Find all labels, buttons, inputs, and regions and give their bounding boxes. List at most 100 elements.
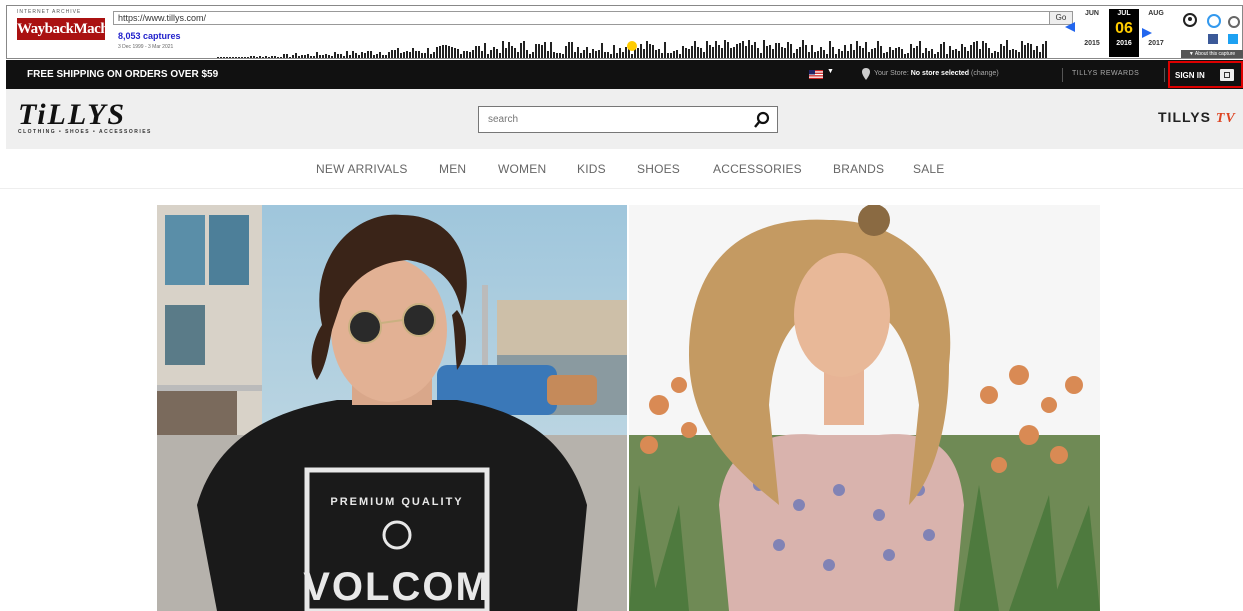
nav-kids[interactable]: KIDS (577, 162, 606, 176)
sparkline-bar (1000, 44, 1002, 58)
nav-women[interactable]: WOMEN (498, 162, 546, 176)
store-selector[interactable]: Your Store: No store selected (change) (874, 70, 999, 77)
site-header: TiLLYS CLOTHING • SHOES • ACCESSORIES TI… (6, 89, 1243, 149)
hero-men-image[interactable]: PREMIUM QUALITY VOLCOM (157, 205, 627, 611)
tillys-logo[interactable]: TiLLYS CLOTHING • SHOES • ACCESSORIES (18, 100, 188, 141)
sparkline-bar (475, 46, 477, 58)
sparkline-bar (319, 55, 321, 58)
nav-shoes[interactable]: SHOES (637, 162, 680, 176)
search-input[interactable] (479, 107, 749, 132)
sparkline-bar (745, 46, 747, 58)
sparkline-bar (709, 45, 711, 58)
facebook-icon[interactable] (1208, 34, 1218, 44)
sparkline-bar (382, 55, 384, 58)
sparkline-bar (1009, 50, 1011, 58)
nav-sale[interactable]: SALE (913, 162, 945, 176)
sparkline-bar (355, 53, 357, 58)
prev-capture-arrow-icon[interactable] (1064, 21, 1076, 33)
sparkline-bar (961, 44, 963, 58)
sparkline-bar (610, 54, 612, 58)
sparkline-bar (514, 48, 516, 58)
sparkline-bar (973, 42, 975, 58)
sparkline-bar (508, 42, 510, 58)
sparkline-bar (730, 48, 732, 58)
sparkline-bar (571, 42, 573, 58)
next-capture-arrow-icon[interactable] (1141, 27, 1153, 39)
sparkline-bar (295, 53, 297, 58)
sparkline-bar (352, 51, 354, 58)
sparkline-bar (313, 56, 315, 58)
sparkline-bar (244, 57, 246, 58)
nav-brands[interactable]: BRANDS (833, 162, 884, 176)
nav-new-arrivals[interactable]: NEW ARRIVALS (316, 162, 408, 176)
country-dropdown-caret-icon[interactable]: ▼ (827, 68, 834, 75)
sparkline-bar (871, 49, 873, 58)
help-icon[interactable] (1207, 14, 1221, 28)
sparkline-bar (910, 44, 912, 58)
sparkline-bar (661, 53, 663, 58)
sparkline-bar (292, 55, 294, 58)
sparkline-bar (232, 57, 234, 58)
shopping-bag-icon[interactable] (1220, 69, 1234, 81)
sparkline-bar (823, 50, 825, 58)
sparkline-bar (991, 53, 993, 58)
sparkline-bar (595, 51, 597, 58)
sign-in-button[interactable]: SIGN IN (1168, 61, 1243, 88)
sparkline-bar (274, 56, 276, 58)
twitter-icon[interactable] (1228, 34, 1238, 44)
sparkline-bar (853, 50, 855, 58)
sparkline-bar (544, 42, 546, 58)
sparkline-bar (526, 50, 528, 58)
sparkline-bar (1030, 44, 1032, 58)
sparkline-bar (700, 48, 702, 58)
sparkline-bar (643, 49, 645, 58)
sparkline-bar (502, 41, 504, 58)
search-icon[interactable] (753, 111, 771, 129)
sparkline-bar (451, 47, 453, 58)
free-shipping-text[interactable]: FREE SHIPPING ON ORDERS OVER $59 (27, 69, 218, 80)
sign-in-label: SIGN IN (1175, 71, 1205, 80)
sparkline-bar (838, 49, 840, 58)
sparkline-bar (562, 54, 564, 58)
sparkline-bar (376, 54, 378, 58)
sparkline-bar (703, 52, 705, 58)
sparkline-bar (880, 46, 882, 58)
sparkline-bar (742, 41, 744, 58)
sparkline-bar (463, 51, 465, 58)
sparkline-bar (358, 55, 360, 58)
sparkline-bar (889, 47, 891, 58)
store-change-link[interactable]: (change) (971, 70, 999, 77)
sparkline-bar (448, 46, 450, 58)
search-box (478, 106, 778, 133)
sparkline-bar (799, 47, 801, 58)
tillys-rewards-link[interactable]: TILLYS REWARDS (1072, 70, 1139, 77)
sparkline-bar (640, 44, 642, 58)
sparkline-bar (958, 51, 960, 58)
wayback-capture-sparkline[interactable] (217, 30, 1047, 58)
sparkline-bar (748, 40, 750, 58)
sparkline-bar (250, 56, 252, 58)
sparkline-bar (607, 52, 609, 58)
wayback-cal-prev[interactable]: JUN 2015 (1077, 9, 1107, 57)
sparkline-bar (1039, 52, 1041, 58)
sparkline-bar (856, 41, 858, 58)
sparkline-bar (349, 55, 351, 58)
tillys-tv-link[interactable]: TILLYS TV (1158, 109, 1236, 127)
us-flag-icon[interactable] (809, 70, 823, 79)
about-capture-button[interactable]: ▼ About this capture (1181, 50, 1243, 58)
user-icon[interactable] (1183, 13, 1197, 27)
sparkline-bar (712, 47, 714, 58)
nav-men[interactable]: MEN (439, 162, 466, 176)
logo-tagline: CLOTHING • SHOES • ACCESSORIES (18, 129, 152, 135)
wayback-logo[interactable]: WaybackMachine (17, 18, 126, 40)
sparkline-bar (328, 55, 330, 58)
wayback-url-input[interactable]: https://www.tillys.com/ (113, 11, 1053, 25)
hero-women-image[interactable] (629, 205, 1100, 611)
close-icon[interactable] (1228, 16, 1240, 28)
sparkline-bar (937, 52, 939, 58)
sparkline-bar (310, 56, 312, 58)
sparkline-bar (718, 45, 720, 58)
wayback-captures-link[interactable]: 8,053 captures (118, 31, 181, 41)
nav-accessories[interactable]: ACCESSORIES (713, 162, 802, 176)
sparkline-bar (1018, 52, 1020, 58)
